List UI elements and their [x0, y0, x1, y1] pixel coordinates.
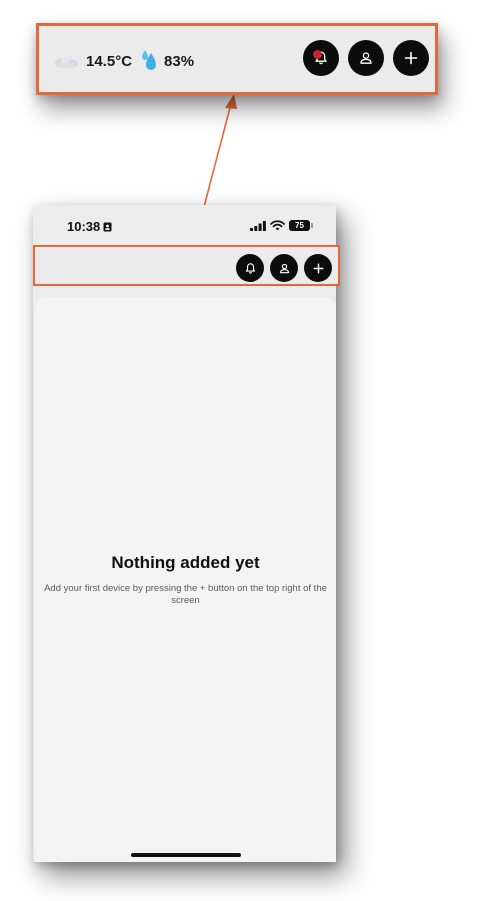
- signal-icon: [250, 220, 266, 231]
- header-actions: [236, 254, 332, 282]
- user-icon: [360, 52, 372, 64]
- clock-text: 10:38: [67, 219, 101, 234]
- notifications-button-zoomed[interactable]: [303, 40, 339, 76]
- user-icon: [279, 263, 289, 273]
- profile-button[interactable]: [270, 254, 298, 282]
- add-device-button[interactable]: [304, 254, 332, 282]
- cloud-icon: [55, 55, 78, 68]
- id-card-icon: [103, 222, 112, 231]
- zoomed-header-callout: 14.5°C 83%: [36, 23, 438, 95]
- home-indicator[interactable]: [131, 853, 241, 857]
- weather-summary: 14.5°C 83%: [53, 46, 194, 76]
- battery-level: 75: [295, 220, 304, 230]
- temperature-value: 14.5°C: [86, 52, 133, 70]
- notification-dot: [313, 50, 322, 59]
- device-list-area: Nothing added yet Add your first device …: [35, 297, 336, 862]
- zoomed-header-actions: [303, 40, 429, 76]
- profile-button-zoomed[interactable]: [348, 40, 384, 76]
- plus-icon: [312, 262, 324, 274]
- notifications-button[interactable]: [236, 254, 264, 282]
- empty-state-title: Nothing added yet: [111, 553, 260, 572]
- app-header: [33, 245, 340, 286]
- humidity-value: 83%: [164, 52, 195, 70]
- status-indicators: 75: [250, 220, 313, 231]
- empty-state-subtitle: Add your first device by pressing the + …: [44, 583, 327, 606]
- water-drop-icon: [142, 50, 157, 70]
- phone-screen: 10:38 75 Nothing added yet Add your firs…: [33, 205, 340, 862]
- status-time: 10:38: [67, 219, 112, 234]
- annotated-screenshot: 14.5°C 83% 10:38 75 Nothing added yet Ad…: [0, 0, 499, 901]
- bell-icon: [245, 262, 255, 274]
- plus-icon: [404, 51, 418, 65]
- status-bar: 10:38 75: [33, 205, 336, 245]
- add-device-button-zoomed[interactable]: [393, 40, 429, 76]
- battery-icon: 75: [289, 220, 313, 231]
- wifi-icon: [270, 220, 285, 231]
